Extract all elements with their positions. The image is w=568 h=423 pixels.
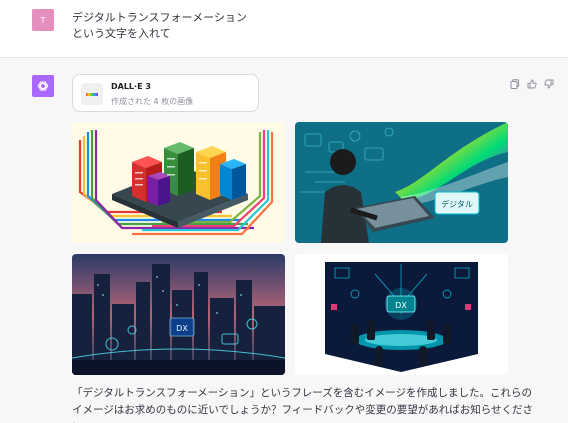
thumbs-up-icon[interactable]	[526, 78, 537, 89]
assistant-message: DALL·E 3 作成された 4 枚の画像 デジタル DX DX 「デジタルトラ…	[0, 57, 568, 423]
dalle-icon	[81, 83, 103, 105]
message-actions	[509, 78, 554, 89]
tool-subtitle: 作成された 4 枚の画像	[111, 97, 194, 106]
generated-image-4[interactable]: DX	[295, 254, 508, 375]
user-message-line: という文字を入れて	[72, 27, 171, 40]
generated-image-1[interactable]	[72, 122, 285, 243]
tool-name: DALL·E 3	[111, 82, 151, 91]
assistant-reply-text: 「デジタルトランスフォーメーション」というフレーズを含むイメージを作成しました。…	[72, 387, 534, 423]
svg-text:DX: DX	[395, 301, 407, 310]
dalle-tool-card[interactable]: DALL·E 3 作成された 4 枚の画像	[72, 74, 259, 112]
user-avatar-letter: T	[40, 15, 46, 25]
openai-logo-icon	[32, 75, 54, 97]
generated-image-3[interactable]: DX	[72, 254, 285, 375]
user-avatar: T	[32, 9, 54, 31]
copy-icon[interactable]	[509, 78, 520, 89]
generated-image-2[interactable]: デジタル	[295, 122, 508, 243]
svg-text:DX: DX	[176, 324, 188, 333]
user-message-line: デジタルトランスフォーメーション	[72, 11, 247, 24]
user-message: T デジタルトランスフォーメーション という文字を入れて	[0, 0, 568, 57]
user-message-text: デジタルトランスフォーメーション という文字を入れて	[72, 10, 247, 42]
thumbs-down-icon[interactable]	[543, 78, 554, 89]
svg-text:デジタル: デジタル	[441, 199, 473, 209]
